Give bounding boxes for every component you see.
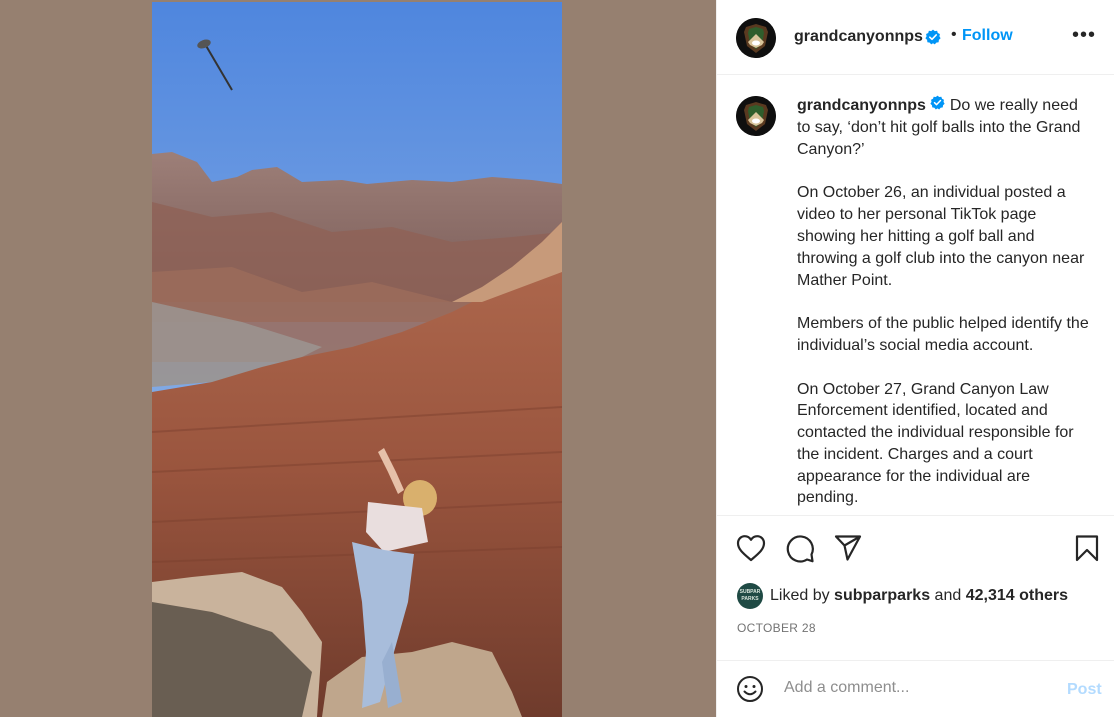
caption-text-2: On October 26, an individual posted a vi… [797,184,1085,289]
follow-button[interactable]: Follow [962,27,1013,45]
caption-username[interactable]: grandcanyonnps [797,97,926,114]
post-caption: grandcanyonnps Do we really need to say,… [797,95,1093,515]
grand-canyon-photo [152,2,562,717]
post-side-panel: grandcanyonnps • Follow ••• grandcanyonn… [716,0,1114,717]
likes-text: Liked by subparparks and 42,314 others [770,583,1068,609]
comment-bar: Post [717,660,1114,717]
caption-text-4: On October 27, Grand Canyon Law Enforcem… [797,380,1074,507]
header-separator: • [951,26,957,43]
post-date[interactable]: OCTOBER 28 [737,621,816,635]
post-header: grandcanyonnps • Follow ••• [717,0,1114,75]
header-username[interactable]: grandcanyonnps [794,28,923,46]
caption-section: grandcanyonnps Do we really need to say,… [717,76,1114,516]
likes-prefix: Liked by [770,587,830,604]
bookmark-icon[interactable] [1074,534,1100,567]
comment-icon[interactable] [785,534,815,569]
verified-badge-icon [925,29,941,50]
verified-badge-icon [930,95,945,117]
caption-text-3: Members of the public helped identify th… [797,315,1089,354]
share-icon[interactable] [833,534,863,567]
likes-others-link[interactable]: 42,314 others [966,587,1068,604]
post-actions [717,517,1114,577]
caption-avatar[interactable] [736,96,776,136]
profile-avatar[interactable] [736,18,776,58]
caption-paragraph: grandcanyonnps Do we really need to say,… [797,95,1093,161]
post-media-pane [0,0,716,717]
liker-avatar[interactable]: SUBPAR PARKS [737,583,763,609]
heart-icon[interactable] [736,534,766,567]
liker-username[interactable]: subparparks [834,587,930,604]
likes-conjunction: and [934,587,962,604]
post-comment-button[interactable]: Post [1067,681,1102,699]
emoji-icon[interactable] [736,675,764,708]
more-options-icon[interactable]: ••• [1072,24,1096,47]
comment-input[interactable] [784,679,1044,697]
post-video[interactable] [152,2,562,717]
